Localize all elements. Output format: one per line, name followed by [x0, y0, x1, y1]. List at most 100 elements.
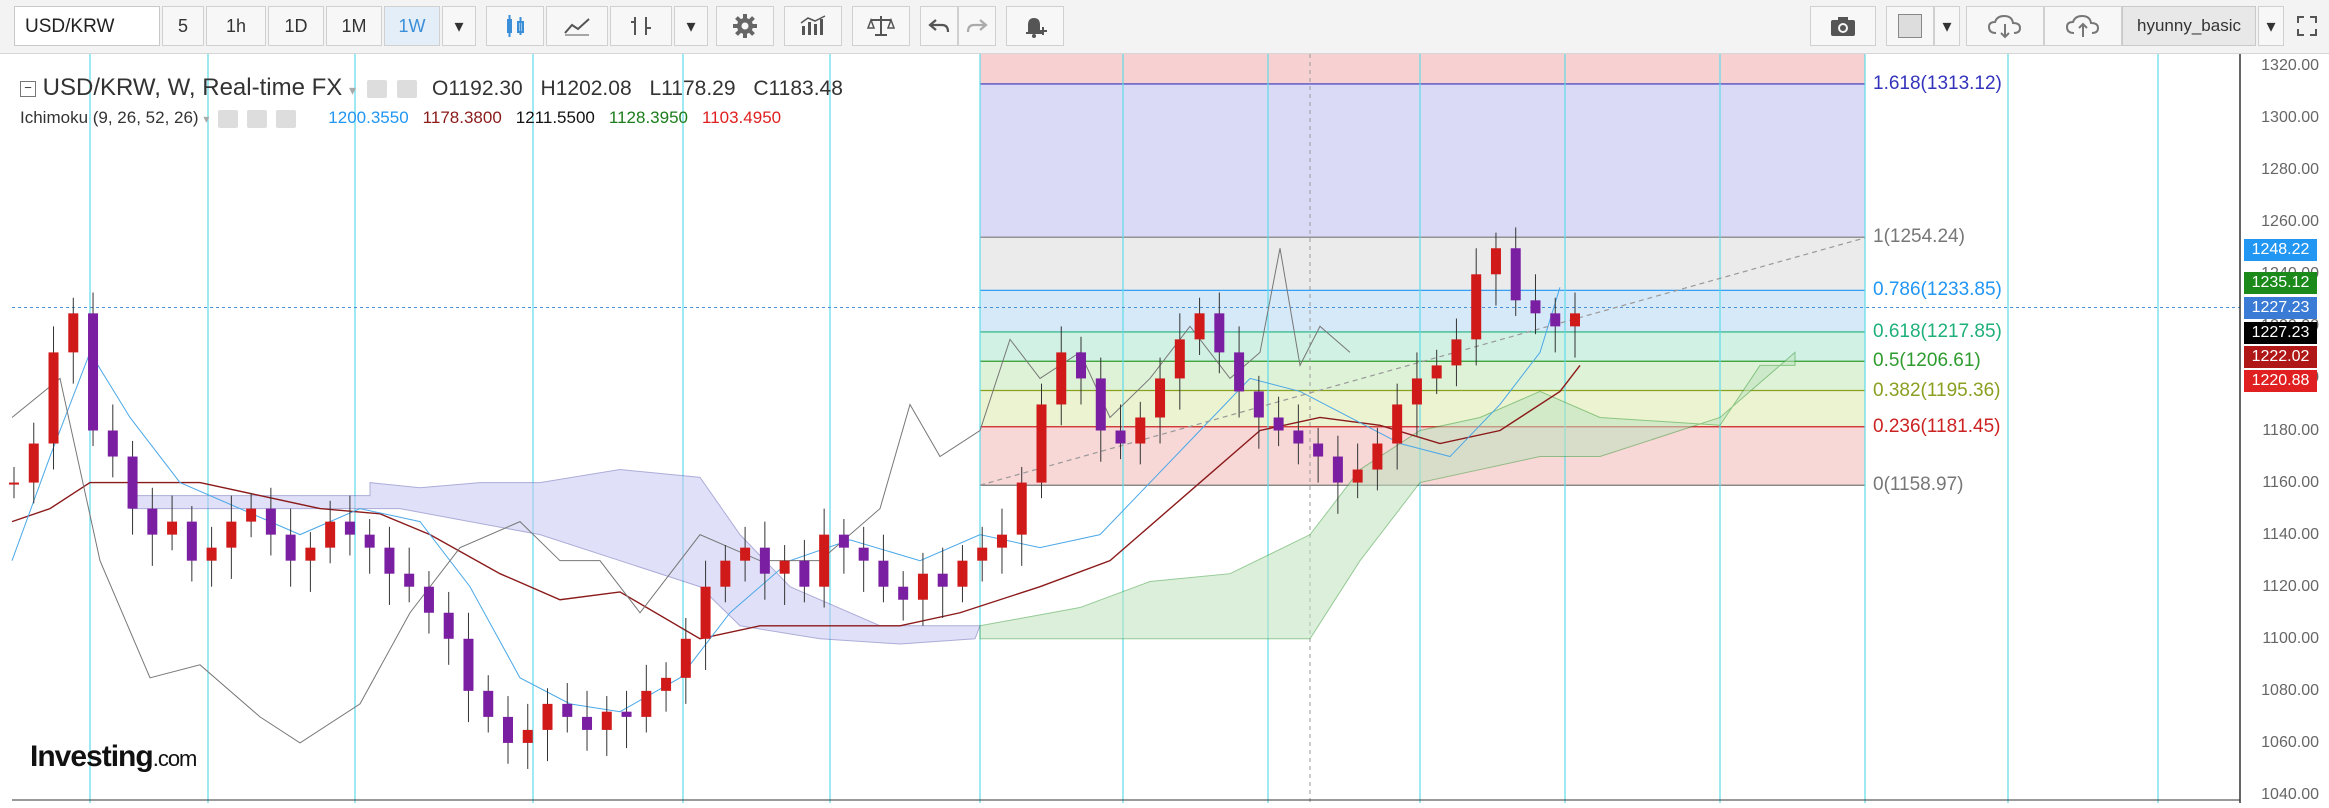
ichimoku-value: 1211.5500 [515, 108, 595, 127]
price-tick-label: 1120.00 [2262, 577, 2319, 595]
candle-body [1253, 391, 1264, 418]
price-tick-label: 1260.00 [2261, 213, 2319, 231]
candle-body [1273, 417, 1284, 431]
price-tick-label: 1180.00 [2262, 421, 2319, 439]
line-chart-icon[interactable] [546, 6, 608, 46]
candle-body [819, 534, 830, 587]
candle-body [1056, 352, 1067, 405]
fullscreen-icon[interactable] [2290, 6, 2324, 46]
candle-body [305, 547, 316, 561]
candle-body [720, 560, 731, 587]
fib-zone [980, 290, 1865, 332]
candle-body [1036, 404, 1047, 483]
candle-body [582, 716, 593, 730]
fib-zone [980, 390, 1865, 427]
candle-body [641, 690, 652, 717]
candle-body [1352, 469, 1363, 483]
ichimoku-dropdown-icon[interactable]: ▾ [203, 112, 209, 126]
fib-zone [980, 331, 1865, 362]
interval-1w[interactable]: 1W [384, 6, 440, 46]
candle-body [957, 560, 968, 587]
scale-icon[interactable] [852, 6, 910, 46]
interval-1m[interactable]: 1M [326, 6, 382, 46]
fib-level-label: 0.236(1181.45) [1873, 415, 2001, 437]
settings-small-icon[interactable] [246, 109, 267, 128]
candle-body [1431, 365, 1442, 379]
candle-body [858, 547, 869, 561]
cloud-download-icon[interactable] [1966, 6, 2044, 46]
candle-body [680, 638, 691, 678]
legend-collapse-icon[interactable]: − [20, 80, 36, 97]
candle-body [364, 534, 375, 548]
price-tag: 1227.23 [2244, 297, 2317, 319]
price-tag: 1222.02 [2244, 346, 2317, 368]
compare-icon[interactable] [784, 6, 842, 46]
alert-bell-icon[interactable] [1006, 6, 1064, 46]
layout-square-icon[interactable] [1886, 6, 1934, 46]
cloud-upload-icon[interactable] [2044, 6, 2122, 46]
interval-1d[interactable]: 1D [268, 6, 324, 46]
fib-zone [980, 361, 1865, 391]
chart-type-dropdown-icon[interactable]: ▾ [674, 6, 708, 46]
interval-1h[interactable]: 1h [206, 6, 266, 46]
undo-icon[interactable] [920, 6, 958, 46]
candle-body [522, 729, 533, 743]
indicators-icon[interactable] [610, 6, 672, 46]
ichimoku-value: 1103.4950 [702, 108, 782, 127]
eye-icon[interactable] [218, 109, 239, 128]
symbol-input[interactable]: USD/KRW [14, 6, 160, 46]
candle-body [661, 677, 672, 691]
layout-dropdown-icon[interactable]: ▾ [1934, 6, 1960, 46]
camera-icon[interactable] [1810, 6, 1876, 46]
fib-level-label: 1.618(1313.12) [1873, 72, 2002, 94]
candle-body [226, 521, 237, 548]
fib-level-label: 0.382(1195.36) [1873, 379, 2001, 401]
candle-body [1016, 482, 1027, 535]
candle-body [88, 313, 99, 431]
redo-icon[interactable] [958, 6, 996, 46]
candle-body [68, 313, 79, 353]
user-name[interactable]: hyunny_basic [2122, 6, 2256, 46]
candle-body [996, 534, 1007, 548]
candle-body [1411, 378, 1422, 405]
candle-body [147, 508, 158, 535]
candle-body [1510, 248, 1521, 301]
interval-dropdown-icon[interactable]: ▾ [442, 6, 476, 46]
candle-body [502, 716, 513, 743]
candle [88, 292, 99, 447]
price-tick-label: 1080.00 [2261, 681, 2319, 699]
title-dropdown-icon[interactable]: ▾ [349, 82, 356, 98]
price-tick-label: 1280.00 [2261, 161, 2319, 179]
candle-body [898, 586, 909, 600]
fib-level-label: 0(1158.97) [1873, 474, 1964, 496]
price-tick-label: 1160.00 [2262, 473, 2319, 491]
candle-body [1550, 313, 1561, 327]
candle-body [700, 586, 711, 639]
candle-body [1451, 339, 1462, 366]
eye-icon[interactable] [366, 79, 387, 98]
candle-body [1115, 430, 1126, 444]
close-icon[interactable] [275, 109, 296, 128]
candle-body [107, 430, 118, 457]
interval-5[interactable]: 5 [162, 6, 204, 46]
candle-body [1234, 352, 1245, 392]
price-tag: 1227.23 [2244, 322, 2317, 344]
candle-body [186, 521, 197, 561]
candle-body [344, 521, 355, 535]
candle-body [1194, 313, 1205, 340]
candle-body [483, 690, 494, 717]
candle-body [1214, 313, 1225, 353]
candle-body [325, 521, 336, 548]
candle-body [1155, 378, 1166, 418]
price-tick-label: 1140.00 [2262, 525, 2319, 543]
price-tag: 1220.88 [2244, 370, 2317, 392]
price-tag: 1248.22 [2244, 239, 2317, 261]
candle-body [740, 547, 751, 561]
user-dropdown-icon[interactable]: ▾ [2258, 6, 2284, 46]
candle-body [167, 521, 178, 535]
candle-body [1174, 339, 1185, 379]
settings-small-icon[interactable] [397, 79, 418, 98]
candle-chart-icon[interactable] [486, 6, 544, 46]
chart-title: USD/KRW, W, Real-time FX [42, 74, 343, 101]
gear-icon[interactable] [716, 6, 774, 46]
